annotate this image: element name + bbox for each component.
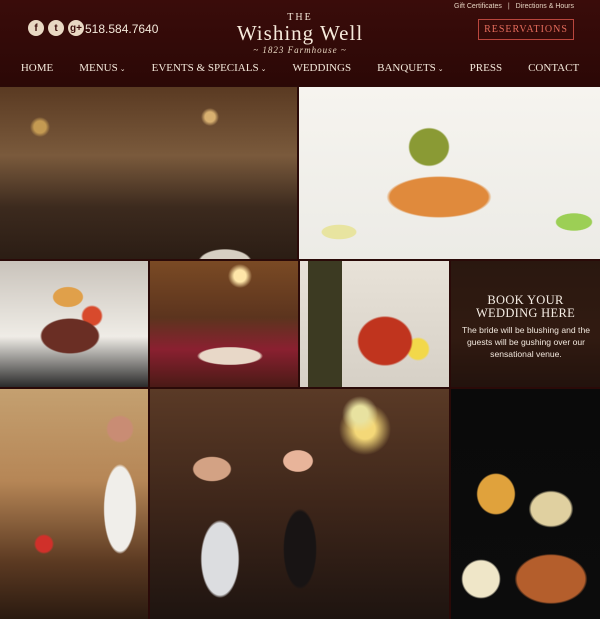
nav-label: MENUS [79,62,118,74]
site-header: f t g+ 518.584.7640 The Wishing Well ~ 1… [0,0,600,86]
banquet-hall-photo [150,261,298,387]
nav-press[interactable]: PRESS [457,62,515,74]
nav-events-specials[interactable]: EVENTS & SPECIALS ⌄ [139,62,280,74]
bartender-photo [0,389,148,619]
nav-label: EVENTS & SPECIALS [151,62,259,74]
nav-label: CONTACT [528,62,580,74]
gift-certificates-link[interactable]: Gift Certificates [454,3,502,10]
nav-label: WEDDINGS [292,62,352,74]
party-guests-photo [150,389,449,619]
nav-weddings[interactable]: WEDDINGS [279,62,364,74]
nav-contact[interactable]: CONTACT [515,62,592,74]
promo-heading-line2: WEDDING HERE [475,306,576,320]
nav-label: PRESS [469,62,503,74]
nav-label: BANQUETS [377,62,436,74]
top-links-separator: | [507,3,510,10]
reservations-button[interactable]: RESERVATIONS [478,19,574,40]
pork-chop-dish-photo [451,389,600,619]
directions-link[interactable]: Directions & Hours [516,3,574,10]
wedding-promo-tile[interactable]: BOOK YOUR WEDDING HERE The bride will be… [451,261,600,387]
main-nav: HOME MENUS ⌄ EVENTS & SPECIALS ⌄ WEDDINGS … [0,62,600,74]
dining-room-photo [0,87,297,259]
nav-banquets[interactable]: BANQUETS ⌄ [364,62,457,74]
nav-home[interactable]: HOME [8,62,66,74]
promo-heading: BOOK YOUR WEDDING HERE [451,294,600,320]
top-links: Gift Certificates | Directions & Hours [454,3,574,10]
chevron-down-icon: ⌄ [437,65,444,73]
promo-text: The bride will be blushing and the guest… [461,325,591,359]
nav-label: HOME [20,62,54,74]
fish-entree-photo [299,87,600,259]
steak-dish-photo [0,261,148,387]
chevron-down-icon: ⌄ [260,65,267,73]
nav-menus[interactable]: MENUS ⌄ [66,62,138,74]
lobster-dish-photo [300,261,449,387]
chevron-down-icon: ⌄ [119,65,126,73]
logo-subtitle: ~ 1823 Farmhouse ~ [253,45,347,55]
